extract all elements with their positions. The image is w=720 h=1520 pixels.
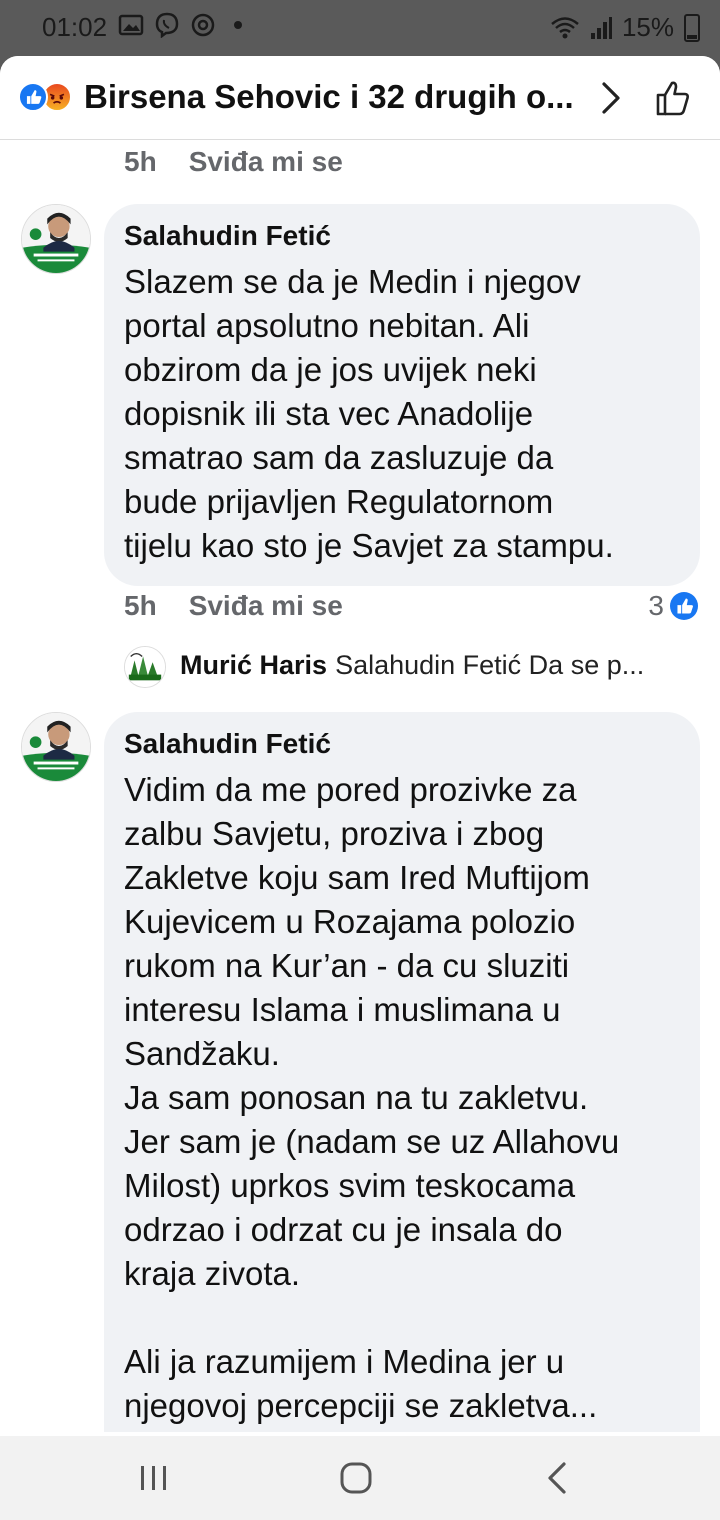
battery-icon bbox=[684, 13, 700, 42]
comment-bubble[interactable]: Salahudin Fetić Vidim da me pored proziv… bbox=[104, 712, 700, 1432]
home-icon[interactable] bbox=[336, 1458, 376, 1498]
comment-meta: 5h Sviđa mi se bbox=[124, 590, 343, 622]
reply-avatar[interactable] bbox=[124, 646, 166, 688]
battery-percent: 15% bbox=[621, 12, 674, 42]
status-notification-icons bbox=[118, 12, 242, 39]
sheet-header[interactable]: Birsena Sehovic i 32 drugih o... bbox=[0, 56, 720, 140]
thumbs-up-icon[interactable] bbox=[654, 78, 694, 118]
comment-author[interactable]: Salahudin Fetić bbox=[124, 726, 680, 762]
messenger-icon bbox=[190, 12, 216, 38]
comment-time: 5h bbox=[124, 146, 157, 177]
wifi-icon bbox=[550, 15, 580, 41]
signal-icon bbox=[590, 15, 612, 41]
like-button[interactable]: Sviđa mi se bbox=[189, 590, 343, 621]
reply-snippet: Salahudin Fetić Da se p... bbox=[335, 650, 645, 680]
back-icon[interactable] bbox=[538, 1458, 578, 1498]
reply-text: Murić Haris Salahudin Fetić Da se p... bbox=[180, 650, 700, 681]
avatar[interactable] bbox=[21, 712, 91, 782]
comment-text: Slazem se da je Medin i njegov portal ap… bbox=[124, 263, 614, 564]
reaction-count-value: 3 bbox=[648, 590, 664, 621]
like-reaction-icon bbox=[670, 592, 698, 620]
comment-bubble[interactable]: Salahudin Fetić Slazem se da je Medin i … bbox=[104, 204, 700, 586]
reaction-summary bbox=[18, 82, 78, 114]
status-time: 01:02 bbox=[42, 12, 108, 42]
comment-text: Vidim da me pored prozivke za zalbu Savj… bbox=[124, 771, 620, 1424]
status-bar: 01:02 15% bbox=[0, 0, 720, 56]
like-button[interactable]: Sviđa mi se bbox=[189, 146, 343, 177]
like-reaction-icon bbox=[18, 82, 48, 112]
notification-dot bbox=[234, 21, 242, 29]
chevron-right-icon[interactable] bbox=[596, 80, 626, 116]
comment-author[interactable]: Salahudin Fetić bbox=[124, 218, 680, 254]
sheet-title[interactable]: Birsena Sehovic i 32 drugih o... bbox=[84, 78, 584, 116]
reactions-sheet: Birsena Sehovic i 32 drugih o... 5h Sviđa… bbox=[0, 56, 720, 1436]
android-nav-bar bbox=[0, 1436, 720, 1520]
gallery-icon bbox=[118, 12, 144, 38]
comment-time: 5h bbox=[124, 590, 157, 621]
status-system-icons: 15% bbox=[550, 12, 700, 43]
reaction-count[interactable]: 3 bbox=[648, 590, 698, 622]
reply-preview[interactable]: Murić Haris Salahudin Fetić Da se p... bbox=[124, 644, 704, 690]
viber-icon bbox=[154, 12, 180, 39]
comment-meta: 5h Sviđa mi se bbox=[124, 146, 343, 178]
avatar[interactable] bbox=[21, 204, 91, 274]
recent-apps-icon[interactable] bbox=[134, 1458, 174, 1498]
reply-author[interactable]: Murić Haris bbox=[180, 650, 327, 680]
